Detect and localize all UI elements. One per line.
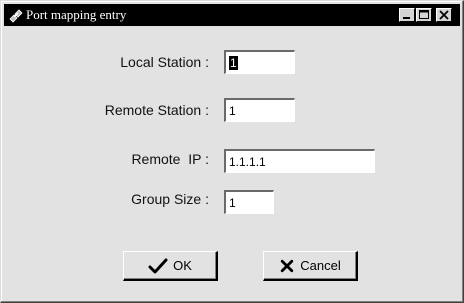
remote-ip-label: Remote IP : (131, 151, 209, 167)
minimize-button[interactable] (399, 8, 415, 22)
title-bar[interactable]: Port mapping entry (4, 4, 460, 26)
remote-station-label: Remote Station : (104, 102, 209, 118)
close-button[interactable] (436, 8, 452, 22)
x-cross-icon (281, 259, 294, 272)
window-title: Port mapping entry (26, 7, 127, 22)
remote-station-input[interactable]: 1 (224, 98, 295, 122)
network-plug-icon (9, 9, 23, 23)
remote-station-value: 1 (229, 104, 236, 118)
local-station-label: Local Station : (120, 54, 209, 70)
local-station-input[interactable]: 1 (224, 50, 295, 74)
maximize-icon (419, 10, 429, 19)
port-mapping-dialog: Port mapping entry Local Station : 1 Rem… (0, 0, 464, 303)
group-size-value: 1 (229, 196, 236, 210)
close-icon (439, 10, 449, 20)
remote-ip-value: 1.1.1.1 (229, 155, 266, 169)
group-size-input[interactable]: 1 (224, 190, 274, 214)
cancel-button-label: Cancel (300, 258, 341, 273)
ok-button-label: OK (173, 258, 192, 273)
group-size-label: Group Size : (131, 191, 209, 207)
maximize-button[interactable] (416, 8, 432, 22)
ok-button[interactable]: OK (123, 251, 218, 281)
cancel-button[interactable]: Cancel (263, 251, 358, 281)
remote-ip-input[interactable]: 1.1.1.1 (224, 149, 375, 173)
local-station-value: 1 (229, 56, 238, 70)
checkmark-icon (148, 258, 168, 273)
minimize-icon (403, 17, 410, 19)
